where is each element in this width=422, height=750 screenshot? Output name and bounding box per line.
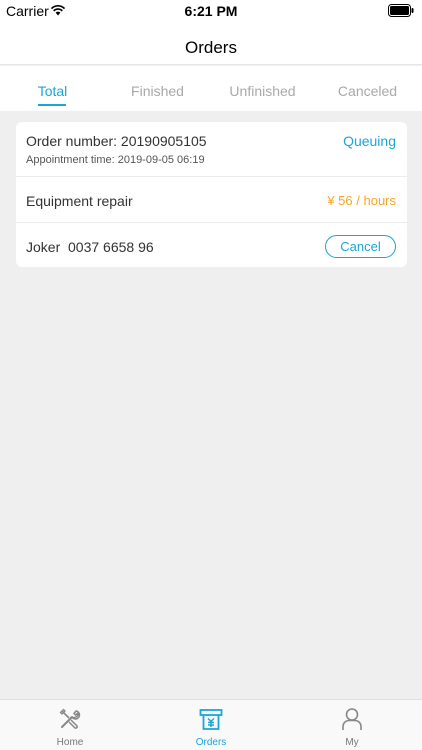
tabbar-my-label: My (345, 737, 359, 748)
status-bar: Carrier 6:21 PM (0, 0, 422, 22)
order-number: Order number: 20190905105 (26, 133, 207, 149)
order-header-row: Order number: 20190905105 Queuing Appoin… (16, 122, 407, 177)
tab-unfinished[interactable]: Unfinished (210, 66, 315, 111)
navigation-bar: Orders (0, 22, 422, 65)
orders-icon (199, 709, 223, 730)
person-icon (342, 708, 362, 730)
order-filter-tabs: Total Finished Unfinished Canceled (0, 66, 422, 111)
tabbar-my[interactable]: My (282, 700, 422, 750)
tabbar-home[interactable]: Home (0, 700, 140, 750)
page-title: Orders (185, 38, 237, 57)
tools-icon (59, 708, 81, 729)
service-price: ¥ 56 / hours (327, 193, 396, 208)
active-tab-indicator (38, 104, 66, 106)
tab-canceled[interactable]: Canceled (315, 66, 420, 111)
contact-info: Joker 0037 6658 96 (26, 239, 154, 255)
clock: 6:21 PM (184, 3, 238, 19)
tabbar-orders-label: Orders (195, 737, 227, 748)
battery-icon (388, 4, 414, 17)
service-row: Equipment repair ¥ 56 / hours (16, 178, 407, 223)
tabbar-orders[interactable]: Orders (141, 700, 281, 750)
order-status-badge: Queuing (343, 133, 396, 149)
contact-row: Joker 0037 6658 96 Cancel (16, 224, 407, 267)
bottom-tab-bar: Home Orders My (0, 699, 422, 750)
tabbar-home-label: Home (56, 737, 84, 748)
order-card[interactable]: Order number: 20190905105 Queuing Appoin… (16, 122, 407, 267)
appointment-time: Appointment time: 2019-09-05 06:19 (26, 154, 205, 166)
service-name: Equipment repair (26, 193, 133, 209)
cancel-order-button[interactable]: Cancel (325, 235, 396, 258)
tab-finished[interactable]: Finished (105, 66, 210, 111)
